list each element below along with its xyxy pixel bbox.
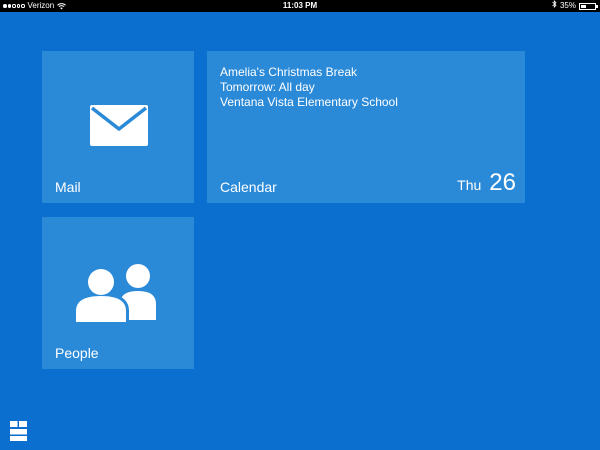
envelope-icon bbox=[90, 105, 148, 146]
people-tile[interactable]: People bbox=[42, 217, 194, 369]
calendar-day-name: Thu bbox=[457, 177, 482, 193]
event-time: Tomorrow: All day bbox=[220, 80, 315, 94]
battery-icon bbox=[579, 2, 598, 10]
calendar-event: Amelia's Christmas Break Tomorrow: All d… bbox=[220, 65, 398, 110]
calendar-tile-label: Calendar bbox=[220, 179, 277, 195]
event-location: Ventana Vista Elementary School bbox=[220, 95, 398, 109]
bluetooth-icon bbox=[552, 0, 557, 12]
status-bar: Verizon 11:03 PM 35% bbox=[0, 0, 600, 12]
people-icon bbox=[76, 264, 156, 322]
mail-tile-label: Mail bbox=[55, 179, 81, 195]
battery-fill bbox=[581, 4, 586, 8]
status-right: 35% bbox=[552, 0, 598, 12]
status-time: 11:03 PM bbox=[282, 1, 318, 10]
calendar-date: Thu 26 bbox=[457, 169, 516, 197]
calendar-day-number: 26 bbox=[489, 169, 516, 196]
calendar-tile[interactable]: Amelia's Christmas Break Tomorrow: All d… bbox=[207, 51, 525, 203]
app-list-icon[interactable] bbox=[10, 421, 27, 441]
people-tile-label: People bbox=[55, 345, 99, 361]
battery-percent: 35% bbox=[559, 1, 576, 10]
mail-tile[interactable]: Mail bbox=[42, 51, 194, 203]
event-title: Amelia's Christmas Break bbox=[220, 65, 357, 79]
